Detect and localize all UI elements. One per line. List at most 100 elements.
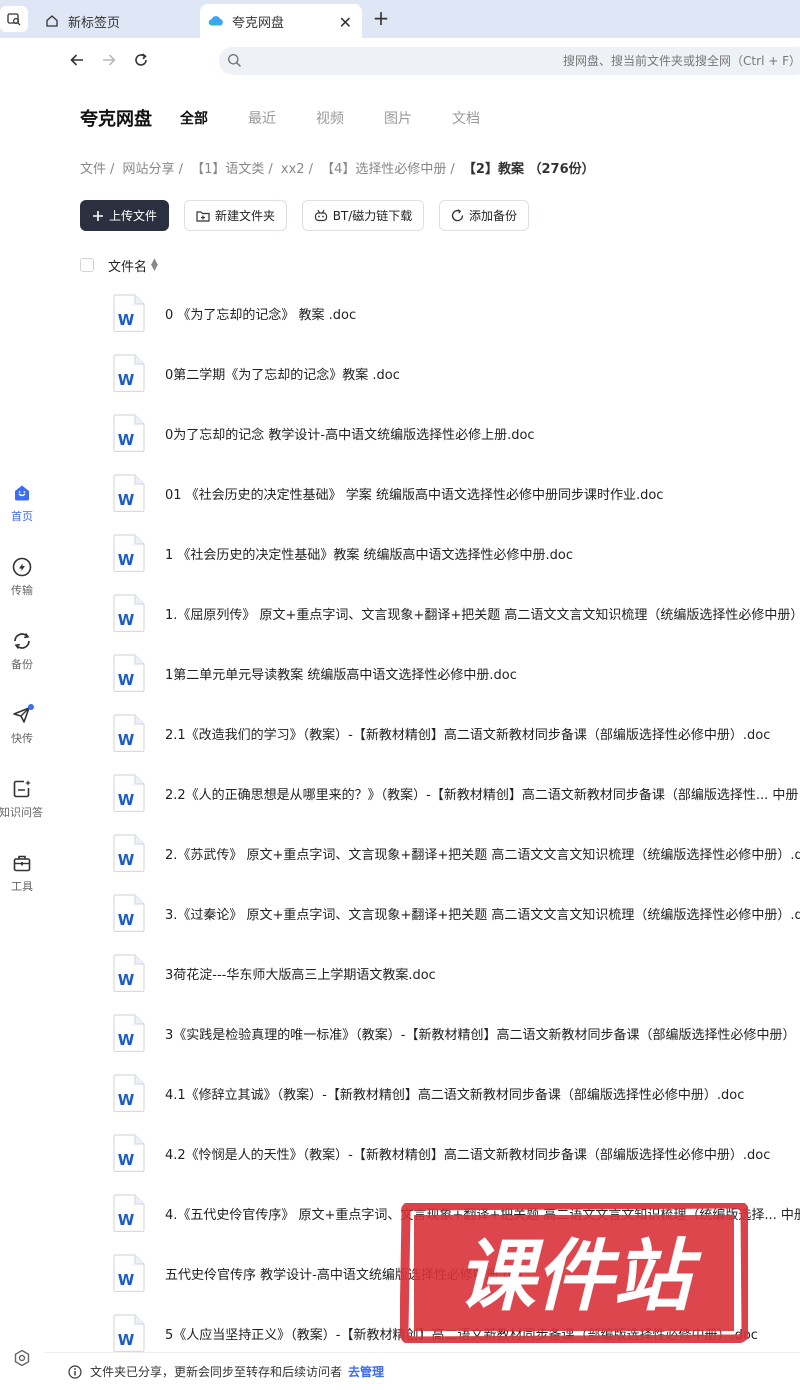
word-doc-icon: W: [113, 654, 145, 693]
tab-search-icon[interactable]: [0, 6, 28, 32]
svg-text:W: W: [118, 551, 135, 569]
sidebar-item-transfer[interactable]: 传输: [0, 556, 44, 598]
tab-images[interactable]: 图片: [384, 108, 412, 128]
breadcrumb-item[interactable]: 文件: [80, 162, 106, 177]
breadcrumb-item[interactable]: xx2: [281, 162, 305, 177]
breadcrumb-separator: /: [450, 162, 455, 177]
tab-label: 夸克网盘: [232, 15, 285, 31]
settings-icon[interactable]: [12, 1348, 32, 1368]
tab-new-tab[interactable]: 新标签页: [36, 4, 198, 38]
file-name: 2.《苏武传》 原文+重点字词、文言现象+翻译+把关题 高二语文文言文知识梳理（…: [165, 848, 800, 863]
file-row[interactable]: W 0 《为了忘却的记念》 教案 .doc: [44, 284, 800, 344]
breadcrumb-separator: /: [178, 162, 183, 177]
svg-text:W: W: [118, 491, 135, 509]
word-doc-icon: W: [113, 1314, 145, 1353]
plus-icon[interactable]: +: [370, 6, 392, 30]
sidebar-item-tools[interactable]: 工具: [0, 852, 44, 894]
breadcrumb-separator: /: [308, 162, 313, 177]
search-input[interactable]: [249, 47, 800, 75]
tab-quark-drive[interactable]: 夸克网盘 ✕: [200, 4, 362, 38]
file-name: 0为了忘却的记念 教学设计-高中语文统编版选择性必修上册.doc: [165, 428, 535, 443]
bt-download-button[interactable]: BT/磁力链下载: [302, 200, 424, 231]
search-icon: [227, 53, 242, 72]
column-header-filename[interactable]: 文件名: [108, 256, 147, 275]
file-row[interactable]: W 4.2《怜悯是人的天性》（教案）-【新教材精创】高二语文新教材同步备课（部编版…: [44, 1124, 800, 1184]
sidebar-item-qa[interactable]: 知识问答: [0, 778, 44, 820]
tab-documents[interactable]: 文档: [452, 108, 480, 128]
svg-text:W: W: [118, 1211, 135, 1229]
file-row[interactable]: W 4.1《修辞立其诚》（教案）-【新教材精创】高二语文新教材同步备课（部编版选择…: [44, 1064, 800, 1124]
breadcrumb-item[interactable]: 网站分享: [123, 162, 175, 177]
cloud-icon: [208, 13, 224, 29]
file-name: 1 《社会历史的决定性基础》教案 统编版高中语文选择性必修中册.doc: [165, 548, 574, 563]
file-row[interactable]: W 0第二学期《为了忘却的记念》教案 .doc: [44, 344, 800, 404]
select-all-checkbox[interactable]: [80, 258, 94, 272]
bt-download-button-label: BT/磁力链下载: [332, 209, 413, 223]
file-row[interactable]: W 2.《苏武传》 原文+重点字词、文言现象+翻译+把关题 高二语文文言文知识梳理…: [44, 824, 800, 884]
file-row[interactable]: W 3荷花淀---华东师大版高三上学期语文教案.doc: [44, 944, 800, 1004]
tab-all[interactable]: 全部: [180, 108, 208, 128]
new-folder-button[interactable]: 新建文件夹: [184, 200, 287, 231]
breadcrumb-item[interactable]: 【4】选择性必修中册: [321, 162, 446, 177]
file-name: 2.1《改造我们的学习》（教案）-【新教材精创】高二语文新教材同步备课（部编版选…: [165, 728, 771, 743]
file-row[interactable]: W 1.《屈原列传》 原文+重点字词、文言现象+翻译+把关题 高二语文文言文知识梳…: [44, 584, 800, 644]
file-row[interactable]: W 2.2《人的正确思想是从哪里来的？》（教案）-【新教材精创】高二语文新教材同步…: [44, 764, 800, 824]
forward-icon[interactable]: [97, 48, 121, 72]
tab-recent[interactable]: 最近: [248, 108, 276, 128]
tab-label: 新标签页: [68, 15, 121, 31]
close-icon[interactable]: ✕: [339, 13, 352, 32]
sidebar-item-label: 快传: [11, 732, 33, 745]
upload-button[interactable]: 上传文件: [80, 200, 169, 231]
breadcrumb: 文件 / 网站分享 / 【1】语文类 / xx2/ 【4】选择性必修中册 / 【2】教案…: [80, 158, 595, 177]
back-icon[interactable]: [65, 48, 89, 72]
breadcrumb-item[interactable]: 【1】语文类: [191, 162, 264, 177]
word-doc-icon: W: [113, 534, 145, 573]
home-icon: [11, 482, 33, 504]
file-row[interactable]: W 2.1《改造我们的学习》（教案）-【新教材精创】高二语文新教材同步备课（部编版…: [44, 704, 800, 764]
svg-text:W: W: [118, 1331, 135, 1349]
svg-text:W: W: [118, 1031, 135, 1049]
file-name: 01 《社会历史的决定性基础》 学案 统编版高中语文选择性必修中册同步课时作业.…: [165, 488, 664, 503]
refresh-icon[interactable]: [129, 48, 153, 72]
home-icon: [44, 13, 60, 29]
file-name: 4.1《修辞立其诚》（教案）-【新教材精创】高二语文新教材同步备课（部编版选择性…: [165, 1088, 745, 1103]
manage-link[interactable]: 去管理: [348, 1363, 384, 1380]
sidebar-item-quick-send[interactable]: 快传: [0, 704, 44, 746]
sidebar-item-home[interactable]: 首页: [0, 482, 44, 524]
word-doc-icon: W: [113, 414, 145, 453]
new-folder-button-label: 新建文件夹: [214, 209, 275, 223]
file-row[interactable]: W 0为了忘却的记念 教学设计-高中语文统编版选择性必修上册.doc: [44, 404, 800, 464]
file-row[interactable]: W 1第二单元单元导读教案 统编版高中语文选择性必修中册.doc: [44, 644, 800, 704]
sidebar-item-label: 首页: [11, 510, 33, 523]
sort-icon[interactable]: ▲ ▼: [151, 258, 158, 273]
file-row[interactable]: W 01 《社会历史的决定性基础》 学案 统编版高中语文选择性必修中册同步课时作业…: [44, 464, 800, 524]
breadcrumb-separator: /: [268, 162, 273, 177]
word-doc-icon: W: [113, 1014, 145, 1053]
file-row[interactable]: W 3《实践是检验真理的唯一标准》（教案）-【新教材精创】高二语文新教材同步备课（…: [44, 1004, 800, 1064]
qa-icon: [11, 778, 33, 800]
word-doc-icon: W: [113, 1254, 145, 1293]
file-name: 3《实践是检验真理的唯一标准》（教案）-【新教材精创】高二语文新教材同步备课（部…: [165, 1028, 796, 1043]
file-name: 0第二学期《为了忘却的记念》教案 .doc: [165, 368, 400, 383]
word-doc-icon: W: [113, 954, 145, 993]
app-brand: 夸克网盘: [80, 109, 152, 130]
breadcrumb-current: 【2】教案 （276份）: [462, 162, 595, 177]
file-row[interactable]: W 3.《过秦论》 原文+重点字词、文言现象+翻译+把关题 高二语文文言文知识梳理…: [44, 884, 800, 944]
magnet-icon: [314, 209, 328, 222]
backup-icon: [451, 209, 464, 222]
add-backup-button[interactable]: 添加备份: [439, 200, 529, 231]
file-name: 3荷花淀---华东师大版高三上学期语文教案.doc: [165, 968, 436, 983]
sidebar-item-backup[interactable]: 备份: [0, 630, 44, 672]
file-name: 2.2《人的正确思想是从哪里来的？》（教案）-【新教材精创】高二语文新教材同步备…: [165, 788, 799, 803]
word-doc-icon: W: [113, 834, 145, 873]
address-bar[interactable]: [219, 47, 800, 75]
backup-icon: [11, 630, 33, 652]
info-icon: [68, 1364, 82, 1379]
word-doc-icon: W: [113, 594, 145, 633]
transfer-icon: [11, 556, 33, 578]
file-name: 3.《过秦论》 原文+重点字词、文言现象+翻译+把关题 高二语文文言文知识梳理（…: [165, 908, 800, 923]
share-notice-text: 文件夹已分享，更新会同步至转存和后续访问者: [90, 1365, 343, 1379]
file-row[interactable]: W 1 《社会历史的决定性基础》教案 统编版高中语文选择性必修中册.doc: [44, 524, 800, 584]
tab-video[interactable]: 视频: [316, 108, 344, 128]
svg-text:W: W: [118, 1271, 135, 1289]
